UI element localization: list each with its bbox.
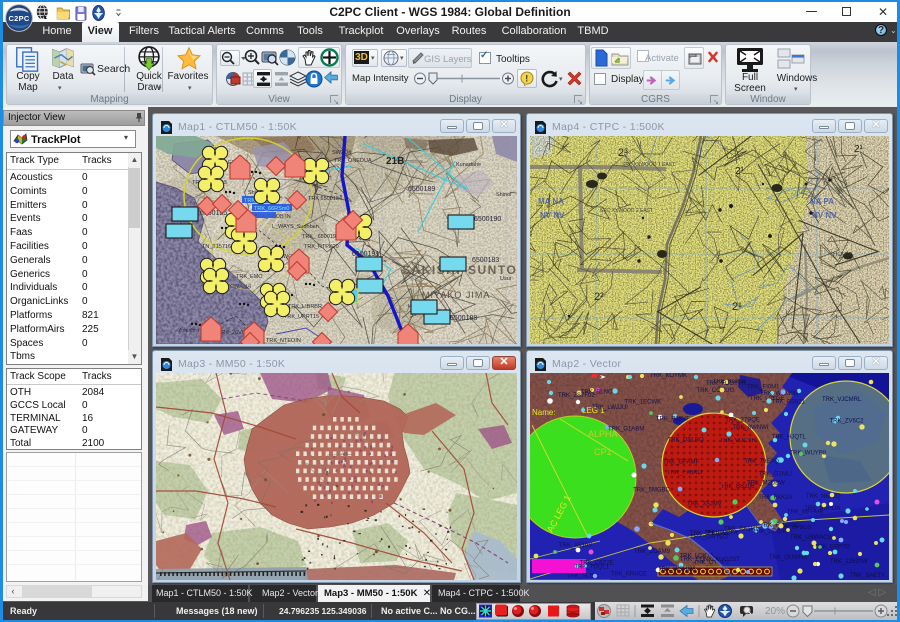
svg-text:SW2O#: SW2O# [332, 150, 352, 156]
svg-text:TRK_FX6KO: TRK_FX6KO [667, 470, 702, 476]
svg-text:TRK_EMO: TRK_EMO [236, 274, 263, 280]
svg-text:HOOD: HOOD [833, 252, 852, 258]
svg-text:TRK_NTEOIN: TRK_NTEOIN [266, 338, 301, 344]
svg-text:TRK_KRHCE: TRK_KRHCE [611, 571, 647, 577]
svg-text:MA NA: MA NA [538, 197, 564, 206]
svg-text:TRK_3SJMV: TRK_3SJMV [687, 501, 722, 507]
svg-text:TRK_R35VF: TRK_R35VF [656, 416, 690, 422]
svg-text:NV NV: NV NV [812, 211, 837, 220]
svg-text:TRK_SAETY: TRK_SAETY [850, 573, 885, 579]
svg-text:TRK_C6Z2E: TRK_C6Z2E [580, 561, 614, 567]
svg-text:Kunadahe: Kunadahe [456, 162, 481, 168]
svg-text:TRK_ONEDUA: TRK_ONEDUA [334, 158, 372, 164]
svg-text:TRK_RTPK20: TRK_RTPK20 [304, 244, 339, 250]
svg-text:TRK_QUWHR: TRK_QUWHR [769, 555, 808, 561]
svg-text:SPC XXWOOD 1 EAST: SPC XXWOOD 1 EAST [622, 162, 675, 168]
svg-text:TRK_WJJ30G: TRK_WJJ30G [760, 391, 799, 397]
svg-text:TRK_5MGBC: TRK_5MGBC [633, 487, 670, 493]
svg-text:Shinoi: Shinoi [496, 192, 511, 198]
svg-text:TRK_MFHUB: TRK_MFHUB [787, 510, 824, 516]
svg-text:2²: 2² [594, 291, 604, 303]
svg-text:TRK_79EPQ: TRK_79EPQ [744, 459, 779, 465]
svg-text:TRK_27BQE: TRK_27BQE [725, 417, 760, 423]
svg-text:21B: 21B [386, 156, 404, 167]
svg-text:TRK_ZS7F02: TRK_ZS7F02 [558, 393, 595, 399]
svg-text:TRK_FKK2X: TRK_FKK2X [758, 495, 792, 501]
svg-text:TRK_1ECWK: TRK_1ECWK [624, 400, 661, 406]
svg-text:TRK_9NUFAX: TRK_9NUFAX [690, 531, 729, 537]
svg-text:!: ! [525, 73, 528, 83]
svg-text:NA PA: NA PA [810, 197, 834, 206]
svg-text:TN_T15716: TN_T15716 [202, 244, 231, 250]
svg-text:6500183: 6500183 [472, 257, 499, 264]
svg-text:TRK_8WNWI: TRK_8WNWI [733, 425, 769, 431]
svg-text:TRK_ZV6C2: TRK_ZV6C2 [830, 418, 865, 424]
svg-text:C2PC: C2PC [8, 14, 29, 23]
svg-text:TRK_M2DBW: TRK_M2DBW [747, 481, 785, 487]
svg-text:TRK_22620W: TRK_22620W [830, 559, 868, 565]
svg-text:TRK_GFAMF: TRK_GFAMF [663, 460, 699, 466]
svg-text:SPC XXWOOD 2 EAST: SPC XXWOOD 2 EAST [600, 208, 653, 214]
svg-text:L_WAYS_Sudhben: L_WAYS_Sudhben [272, 224, 319, 230]
svg-text:CP1: CP1 [594, 447, 612, 457]
svg-text:TRK_VJCMRL: TRK_VJCMRL [822, 397, 862, 403]
svg-text:6500188: 6500188 [450, 315, 477, 322]
svg-text:TRK_LWJJUI: TRK_LWJJUI [592, 405, 628, 411]
svg-text:TRK_WUYP8: TRK_WUYP8 [789, 451, 826, 457]
svg-text:Usur: Usur [500, 276, 512, 282]
svg-text:TRK_VUCYR: TRK_VUCYR [720, 438, 757, 444]
svg-text:TRK 6500184: TRK 6500184 [308, 196, 342, 202]
svg-text:TRK_66RSm0: TRK_66RSm0 [254, 206, 289, 212]
svg-text:2³: 2³ [618, 147, 628, 159]
svg-text:20%: 20% [765, 606, 785, 617]
svg-text:2¹: 2¹ [735, 166, 745, 177]
svg-text:TRK_EQNKOKvG2S7: TRK_EQNKOKvG2S7 [680, 557, 740, 563]
svg-text:NV NV: NV NV [540, 211, 565, 220]
svg-text:6500189: 6500189 [408, 186, 435, 193]
svg-text:TRK_FI0M1: TRK_FI0M1 [747, 384, 780, 390]
svg-text:TRK_HJQTL: TRK_HJQTL [772, 434, 807, 440]
svg-text:TRK_ZOAM9: TRK_ZOAM9 [634, 549, 671, 555]
svg-text:TRK_WSHI28: TRK_WSHI28 [658, 567, 696, 573]
svg-text:TRK_UPRT15: TRK_UPRT15 [284, 314, 319, 320]
svg-text:2¹: 2¹ [732, 301, 742, 313]
svg-text:2¹: 2¹ [854, 144, 864, 155]
svg-text:Name:: Name: [532, 408, 556, 417]
svg-text:TRK_LIBRBR: TRK_LIBRBR [288, 304, 322, 310]
svg-text:MIYAKO JIMA: MIYAKO JIMA [422, 290, 490, 300]
svg-text:TRK_X519Y: TRK_X519Y [559, 543, 592, 549]
svg-text:TRK_CORUG: TRK_CORUG [697, 388, 735, 394]
svg-text:TRK_G1ABM: TRK_G1ABM [608, 427, 644, 433]
svg-text:SUNTO: SUNTO [468, 263, 517, 277]
svg-text:TRK_KOYMK: TRK_KOYMK [650, 373, 687, 379]
svg-text:TRK_USWACS: TRK_USWACS [790, 535, 831, 541]
svg-text:YONAHA: YONAHA [226, 284, 251, 290]
svg-text:TRK_FUGYPR: TRK_FUGYPR [706, 381, 747, 387]
svg-text:TRK_DSLRQ: TRK_DSLRQ [668, 438, 704, 444]
svg-text:6500190: 6500190 [474, 216, 501, 223]
svg-text:Yonishra: Yonishra [178, 328, 200, 334]
svg-text:TRK_G1MLI: TRK_G1MLI [758, 471, 792, 477]
svg-text:TRK_ 6500191: TRK_ 6500191 [302, 234, 339, 240]
svg-text:TRK_N6T2Q: TRK_N6T2Q [806, 494, 841, 500]
